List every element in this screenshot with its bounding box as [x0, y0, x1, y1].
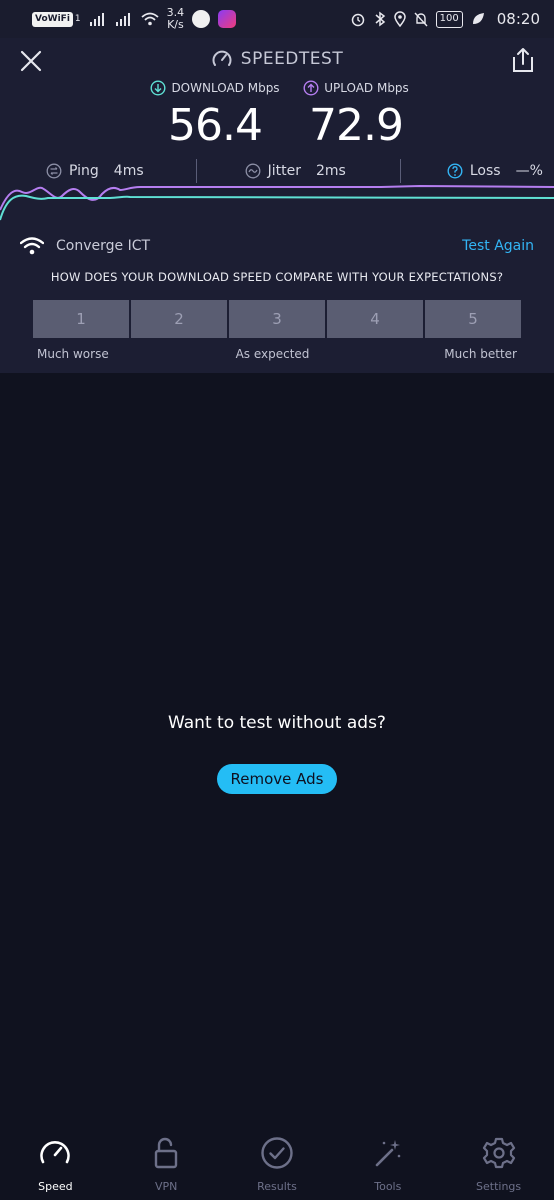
- app-title: SPEEDTEST: [0, 48, 554, 70]
- gear-icon: [482, 1137, 515, 1169]
- nav-vpn-label: VPN: [155, 1180, 178, 1193]
- remove-ads-prompt: Want to test without ads?: [168, 713, 386, 733]
- speed-graph: [0, 184, 554, 221]
- nav-vpn[interactable]: VPN: [111, 1128, 222, 1200]
- rating-button-1[interactable]: 1: [33, 300, 129, 338]
- download-header: DOWNLOAD Mbps: [150, 80, 280, 96]
- ping-stat: Ping 4ms: [46, 163, 144, 179]
- app-notification-icon: [192, 10, 211, 28]
- signal-icon: [89, 13, 104, 26]
- nav-tools-label: Tools: [374, 1180, 402, 1193]
- download-label: DOWNLOAD Mbps: [171, 81, 280, 95]
- status-left: VoWiFi 1 3.4 K/s: [32, 7, 237, 31]
- rating-button-4[interactable]: 4: [327, 300, 423, 338]
- isp-info: Converge ICT: [20, 237, 150, 255]
- loss-label: Loss: [469, 163, 501, 179]
- alarm-icon: [351, 13, 364, 27]
- nav-speed-label: Speed: [38, 1180, 73, 1193]
- survey-question: HOW DOES YOUR DOWNLOAD SPEED COMPARE WIT…: [50, 270, 504, 284]
- battery-indicator: 100: [435, 10, 463, 28]
- nav-settings[interactable]: Settings: [443, 1128, 554, 1200]
- scale-high-label: Much better: [444, 347, 517, 361]
- network-speed-unit: K/s: [167, 18, 184, 31]
- wifi-status-icon: [141, 12, 159, 26]
- isp-row: Converge ICT Test Again: [20, 234, 534, 258]
- upload-value: 72.9: [309, 100, 404, 151]
- test-again-button[interactable]: Test Again: [462, 238, 534, 254]
- jitter-stat: Jitter 2ms: [245, 163, 346, 179]
- nav-results-label: Results: [257, 1180, 297, 1193]
- rating-scale: Much worse As expected Much better: [37, 347, 517, 363]
- upload-header: UPLOAD Mbps: [296, 80, 416, 96]
- speed-metrics: DOWNLOAD Mbps 56.4 UPLOAD Mbps 72.9: [0, 80, 554, 154]
- status-right: 100 08:20: [350, 10, 540, 28]
- nav-settings-label: Settings: [476, 1180, 522, 1193]
- leaf-icon: [472, 13, 484, 24]
- share-icon[interactable]: [510, 46, 536, 74]
- bluetooth-icon: [375, 11, 385, 27]
- location-icon: [393, 11, 406, 27]
- loss-stat: Loss —%: [447, 163, 543, 179]
- download-value: 56.4: [168, 100, 263, 151]
- download-metric: DOWNLOAD Mbps 56.4: [150, 80, 280, 151]
- rating-button-5[interactable]: 5: [425, 300, 521, 338]
- vowifi-sim-index: 1: [74, 14, 81, 24]
- isp-name: Converge ICT: [56, 238, 151, 254]
- upload-label: UPLOAD Mbps: [324, 81, 409, 95]
- jitter-icon: [245, 163, 261, 179]
- check-circle-icon: [261, 1137, 293, 1169]
- jitter-value: 2ms: [316, 163, 346, 179]
- nav-speed[interactable]: Speed: [0, 1128, 111, 1200]
- wifi-icon: [20, 237, 44, 255]
- magic-wand-icon: [375, 1140, 401, 1167]
- remove-ads-button[interactable]: Remove Ads: [217, 764, 337, 794]
- rating-buttons: 1 2 3 4 5: [33, 300, 521, 338]
- download-graph-line: [0, 194, 554, 221]
- vowifi-badge: VoWiFi: [32, 11, 73, 27]
- ping-label: Ping: [69, 163, 99, 179]
- download-arrow-icon: [150, 80, 166, 96]
- rating-button-2[interactable]: 2: [131, 300, 227, 338]
- loss-value: —%: [515, 163, 543, 179]
- upload-arrow-icon: [303, 80, 319, 96]
- loss-info-icon[interactable]: [447, 163, 463, 179]
- jitter-label: Jitter: [267, 163, 302, 179]
- unlock-icon: [154, 1137, 178, 1169]
- clock: 08:20: [496, 10, 540, 28]
- nav-tools[interactable]: Tools: [332, 1128, 443, 1200]
- ping-icon: [46, 163, 62, 179]
- speedometer-logo-icon: [212, 50, 232, 66]
- scale-mid-label: As expected: [235, 347, 310, 361]
- mute-bell-icon: [414, 12, 428, 27]
- rating-button-3[interactable]: 3: [229, 300, 325, 338]
- network-speed-indicator: 3.4 K/s: [167, 7, 185, 31]
- scale-low-label: Much worse: [37, 347, 109, 361]
- nav-results[interactable]: Results: [222, 1128, 333, 1200]
- bottom-nav: Speed VPN Results Tools Settings: [0, 1128, 554, 1200]
- app-notification-icon-2: [218, 10, 237, 28]
- result-card: SPEEDTEST DOWNLOAD Mbps 56.4 UPLOAD Mbps…: [0, 38, 554, 373]
- status-bar: VoWiFi 1 3.4 K/s 100 08:20: [0, 0, 554, 38]
- upload-metric: UPLOAD Mbps 72.9: [296, 80, 416, 151]
- speedometer-icon: [40, 1141, 71, 1164]
- ping-value: 4ms: [113, 163, 144, 179]
- app-title-text: SPEEDTEST: [240, 49, 344, 69]
- signal-icon-2: [115, 13, 130, 26]
